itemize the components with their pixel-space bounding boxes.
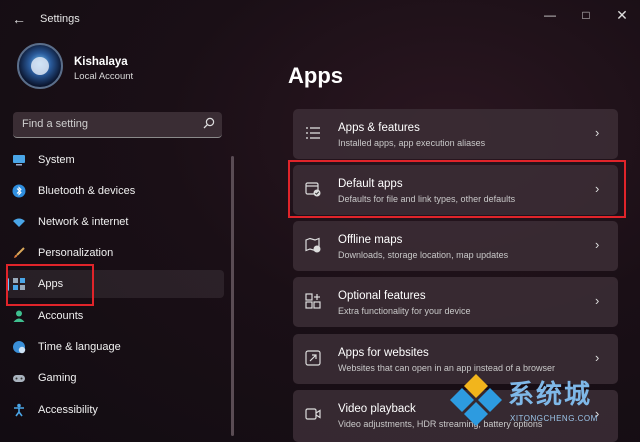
back-arrow-icon[interactable]: ← [10,10,28,28]
sidebar-item-network[interactable]: Network & internet [6,208,224,236]
sidebar-item-label: Time & language [38,341,121,353]
avatar[interactable] [17,43,63,89]
monitor-icon [12,153,26,167]
map-icon [305,237,323,255]
accessibility-icon [12,403,26,417]
card-title: Apps & features [338,122,420,134]
sidebar-item-time-language[interactable]: Time & language [6,333,224,361]
sidebar-item-label: Accounts [38,310,84,322]
search-placeholder: Find a setting [22,118,89,130]
open-link-icon [305,350,323,368]
watermark-subtext: XITONGCHENG.COM [510,414,598,423]
sidebar-item-label: Accessibility [38,404,98,416]
watermark: 系统城 XITONGCHENG.COM [448,370,638,440]
person-icon [12,309,26,323]
sidebar-item-personalization[interactable]: Personalization [6,239,224,267]
card-offline-maps[interactable]: Offline maps Downloads, storage location… [293,221,618,271]
sidebar-item-label: Gaming [38,372,77,384]
apps-highlight-box [6,264,94,306]
add-square-icon [305,293,323,311]
sidebar-item-label: System [38,154,75,166]
minimize-icon[interactable]: — [536,6,564,24]
default-apps-highlight-box [288,160,626,218]
chevron-right-icon: › [595,293,600,308]
chevron-right-icon: › [595,125,600,140]
card-subtitle: Extra functionality for your device [338,306,471,316]
title-bar: ← Settings — □ ✕ [0,0,640,36]
card-subtitle: Downloads, storage location, map updates [338,250,509,260]
sidebar-item-accounts[interactable]: Accounts [6,302,224,330]
sidebar-item-label: Personalization [38,247,114,259]
sidebar-item-bluetooth[interactable]: Bluetooth & devices [6,177,224,205]
brush-icon [12,246,26,260]
sidebar-item-gaming[interactable]: Gaming [6,364,224,392]
video-icon [305,406,323,424]
search-input[interactable]: Find a setting [13,112,222,138]
globe-clock-icon [12,340,26,354]
wifi-icon [12,215,26,229]
sidebar-item-system[interactable]: System [6,146,224,174]
user-name: Kishalaya [74,56,128,68]
card-title: Video playback [338,403,416,415]
window-title: Settings [40,13,80,25]
sidebar-item-accessibility[interactable]: Accessibility [6,396,224,424]
page-title: Apps [288,63,343,88]
card-title: Optional features [338,290,426,302]
maximize-icon[interactable]: □ [572,6,600,24]
watermark-text: 系统城 [508,379,593,409]
sidebar-item-label: Bluetooth & devices [38,185,136,197]
card-optional-features[interactable]: Optional features Extra functionality fo… [293,277,618,327]
gamepad-icon [12,371,26,385]
search-icon[interactable] [203,117,217,131]
bluetooth-icon [12,184,26,198]
list-icon [305,125,323,143]
card-apps-features[interactable]: Apps & features Installed apps, app exec… [293,109,618,159]
card-title: Apps for websites [338,347,429,359]
card-subtitle: Installed apps, app execution aliases [338,138,486,148]
close-icon[interactable]: ✕ [608,6,636,24]
card-title: Offline maps [338,234,403,246]
account-type: Local Account [74,71,134,82]
sidebar-item-label: Network & internet [38,216,129,228]
chevron-right-icon: › [595,350,600,365]
avatar-face [31,57,49,75]
watermark-logo-icon [450,374,502,426]
sidebar-scrollbar[interactable] [231,156,234,436]
chevron-right-icon: › [595,237,600,252]
